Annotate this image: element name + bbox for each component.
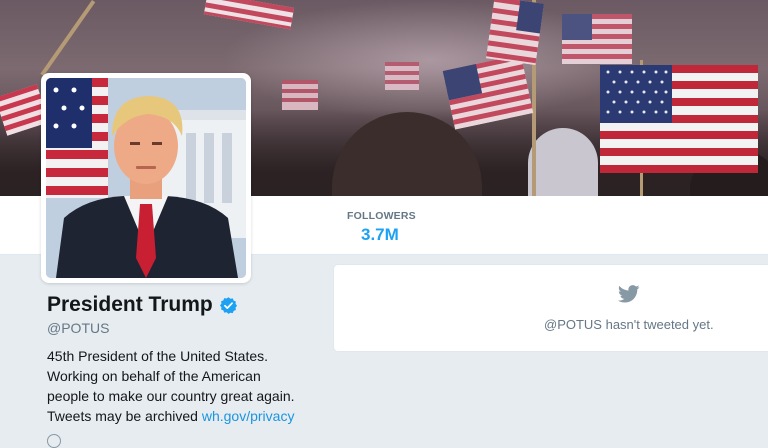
profile-avatar-frame[interactable] (41, 73, 251, 283)
avatar (46, 78, 246, 278)
avatar-photo (46, 78, 246, 278)
empty-timeline-message: @POTUS hasn't tweeted yet. (544, 317, 714, 332)
bio-line-with-link: Tweets may be archived wh.gov/privacy (47, 406, 317, 426)
bio-line: Working on behalf of the American (47, 368, 261, 384)
followers-count: 3.7M (361, 225, 399, 244)
bio-privacy-link[interactable]: wh.gov/privacy (202, 408, 295, 424)
profile-handle[interactable]: @POTUS (47, 320, 109, 336)
bio-line: Tweets may be archived (47, 408, 202, 424)
bio-line: people to make our country great again. (47, 388, 295, 404)
verified-badge-icon (219, 296, 237, 314)
profile-bio: 45th President of the United States. Wor… (47, 346, 317, 426)
followers-label: FOLLOWERS (347, 210, 416, 222)
followers-stat[interactable]: FOLLOWERS 3.7M (347, 210, 416, 245)
twitter-bird-icon (618, 285, 640, 303)
location-icon (47, 434, 61, 448)
bio-line: 45th President of the United States. (47, 348, 269, 364)
profile-name[interactable]: President Trump (47, 293, 213, 317)
timeline-empty-card: @POTUS hasn't tweeted yet. (333, 264, 768, 352)
